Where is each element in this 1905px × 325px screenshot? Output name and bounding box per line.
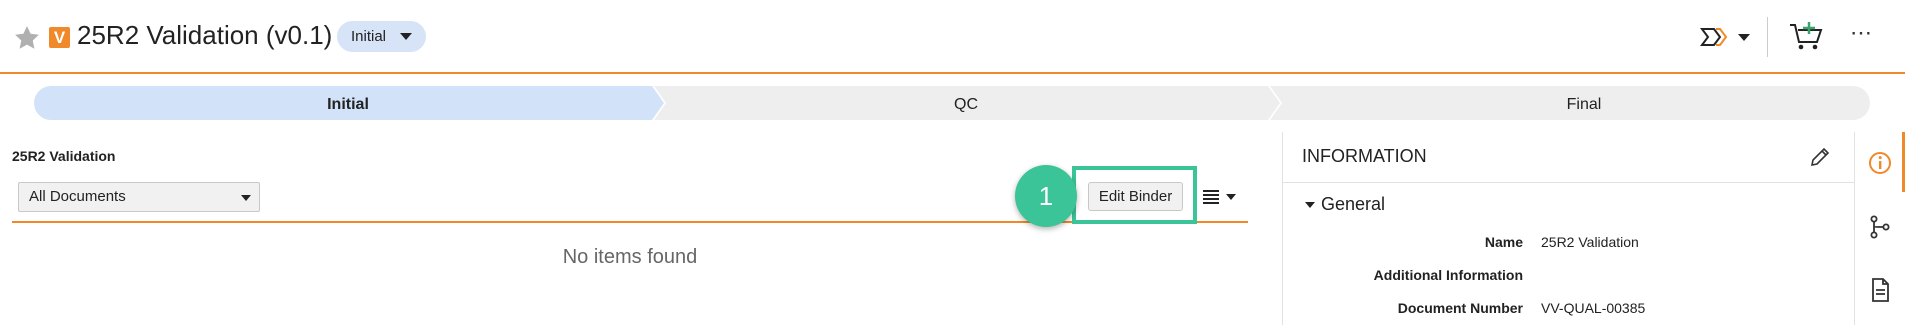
workflow-menu-button[interactable] xyxy=(1700,25,1750,49)
more-icon[interactable]: ⋯ xyxy=(1850,22,1876,46)
view-options-menu[interactable] xyxy=(1202,186,1240,208)
step-marker: 1 xyxy=(1015,165,1077,227)
chevron-down-icon xyxy=(1305,201,1315,208)
field-label-name: Name xyxy=(1484,234,1523,250)
page-title: 25R2 Validation (v0.1) xyxy=(77,20,333,50)
document-filter-select[interactable]: All Documents xyxy=(18,182,260,212)
field-value-document-number: VV-QUAL-00385 xyxy=(1541,300,1646,316)
lifecycle-state-label: Initial xyxy=(351,28,387,45)
cart-add-icon[interactable] xyxy=(1788,20,1824,52)
document-icon[interactable] xyxy=(1867,277,1893,303)
information-panel: INFORMATION General Name 25R2 Validation… xyxy=(1282,132,1855,325)
relationships-icon[interactable] xyxy=(1867,214,1893,240)
header-divider xyxy=(1767,17,1768,57)
edit-pencil-icon[interactable] xyxy=(1809,146,1831,168)
side-icon-rail xyxy=(1854,132,1905,325)
chevron-down-icon xyxy=(1226,194,1236,200)
empty-state-message: No items found xyxy=(562,246,698,268)
general-section-label: General xyxy=(1321,194,1386,214)
field-label-additional-information: Additional Information xyxy=(1373,267,1523,283)
workflow-icon xyxy=(1700,28,1728,46)
highlight-box xyxy=(1072,166,1197,224)
lifecycle-stage-final[interactable]: Final xyxy=(1270,86,1870,120)
lifecycle-stage-label: Final xyxy=(1567,96,1602,113)
lifecycle-stage-bar: Initial QC Final xyxy=(34,86,1870,120)
info-icon[interactable] xyxy=(1867,150,1893,176)
lifecycle-stage-label: QC xyxy=(954,96,978,113)
lifecycle-stage-initial[interactable]: Initial xyxy=(34,86,664,120)
field-value-name: 25R2 Validation xyxy=(1541,234,1639,250)
general-section-toggle[interactable]: General xyxy=(1305,194,1385,215)
chevron-down-icon xyxy=(1738,33,1750,41)
list-view-icon xyxy=(1203,190,1219,204)
field-label-document-number: Document Number xyxy=(1397,300,1523,316)
information-divider xyxy=(1283,182,1855,183)
lifecycle-state-dropdown[interactable]: Initial xyxy=(337,21,427,52)
document-type-icon: V xyxy=(49,27,70,48)
information-title: INFORMATION xyxy=(1302,146,1427,166)
lifecycle-stage-label: Initial xyxy=(327,96,369,113)
chevron-down-icon xyxy=(400,33,413,40)
chevron-down-icon xyxy=(241,195,251,201)
star-icon[interactable] xyxy=(12,23,42,53)
binder-name-heading: 25R2 Validation xyxy=(12,148,116,164)
document-filter-value: All Documents xyxy=(29,188,126,205)
document-header: V 25R2 Validation (v0.1) Initial ⋯ xyxy=(0,0,1905,74)
lifecycle-stage-qc[interactable]: QC xyxy=(654,86,1280,120)
